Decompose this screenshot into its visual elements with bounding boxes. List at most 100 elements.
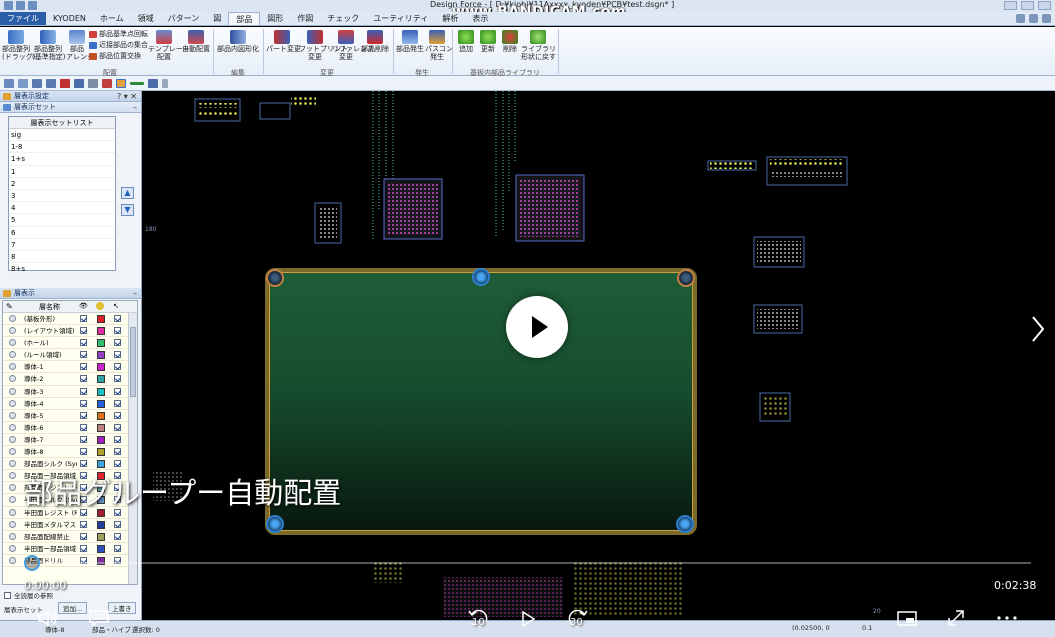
color-picker-icon[interactable]: [116, 78, 126, 88]
layer-active-radio[interactable]: [9, 339, 16, 347]
layer-row[interactable]: 部品面シルク (Sym: [3, 458, 137, 471]
layer-visible-checkbox[interactable]: [80, 339, 87, 347]
tab-file[interactable]: ファイル: [0, 12, 46, 25]
layer-selectable-checkbox[interactable]: [114, 315, 121, 322]
layer-visible-checkbox[interactable]: [80, 375, 87, 383]
layer-active-radio[interactable]: [9, 448, 16, 456]
list-item[interactable]: 5: [9, 214, 115, 227]
zoom-icon[interactable]: [88, 78, 98, 88]
layer-visible-checkbox[interactable]: [80, 520, 87, 528]
swap-position-button[interactable]: 部品位置交換: [89, 51, 141, 61]
minimize-button[interactable]: [1004, 1, 1017, 10]
rotate-base-point-button[interactable]: 部品基準点回転: [89, 29, 148, 39]
play-small-icon[interactable]: [520, 610, 536, 628]
layer-active-radio[interactable]: [9, 315, 16, 322]
layer-active-radio[interactable]: [9, 423, 16, 431]
layer-active-radio[interactable]: [9, 520, 16, 528]
list-item[interactable]: 1+s: [9, 153, 115, 166]
layer-row[interactable]: 半田面ー部品領域: [3, 543, 137, 555]
gather-nearby-button[interactable]: 近接部品の集合: [89, 40, 148, 50]
layer-row[interactable]: 導体-1: [3, 361, 137, 374]
layer-selectable-checkbox[interactable]: [114, 363, 121, 371]
list-item[interactable]: 8: [9, 251, 115, 264]
tab-area[interactable]: 領域: [131, 12, 161, 25]
undo-icon[interactable]: [32, 78, 42, 88]
generate-part-button[interactable]: 部品発生: [396, 30, 424, 53]
save-icon[interactable]: [16, 1, 25, 10]
layer-color-swatch[interactable]: [97, 399, 105, 408]
scrollbar-thumb[interactable]: [130, 327, 136, 397]
layer-active-radio[interactable]: [9, 508, 16, 516]
layer-active-radio[interactable]: [9, 544, 16, 552]
layer-row[interactable]: (ホール): [3, 337, 137, 350]
list-item[interactable]: sig: [9, 129, 115, 142]
layer-row[interactable]: 導体-4: [3, 398, 137, 410]
layer-color-swatch[interactable]: [97, 460, 105, 469]
maximize-button[interactable]: [1021, 1, 1034, 10]
layer-active-radio[interactable]: [9, 472, 16, 480]
delete-part-button[interactable]: 部品削除: [361, 30, 389, 53]
layer-visible-checkbox[interactable]: [80, 387, 87, 395]
layer-active-radio[interactable]: [9, 460, 16, 468]
layer-active-radio[interactable]: [9, 363, 16, 371]
layer-row[interactable]: 導体-5: [3, 410, 137, 422]
layer-active-radio[interactable]: [9, 532, 16, 540]
list-item[interactable]: 6: [9, 227, 115, 239]
layer-selectable-checkbox[interactable]: [114, 544, 121, 552]
list-item[interactable]: 4: [9, 202, 115, 215]
help-icon[interactable]: [1029, 14, 1038, 23]
captions-icon[interactable]: [88, 609, 110, 629]
layer-color-swatch[interactable]: [97, 520, 105, 529]
layer-visible-checkbox[interactable]: [80, 399, 87, 407]
tab-utility[interactable]: ユーティリティ: [366, 12, 435, 25]
layer-row[interactable]: 導体-6: [3, 422, 137, 434]
layer-selectable-checkbox[interactable]: [114, 532, 121, 540]
layer-selectable-checkbox[interactable]: [114, 435, 121, 443]
layer-visible-checkbox[interactable]: [80, 363, 87, 371]
tab-check[interactable]: チェック: [320, 12, 366, 25]
layer-row[interactable]: 導体-2: [3, 373, 137, 386]
undo-icon[interactable]: [28, 1, 37, 10]
volume-icon[interactable]: [37, 609, 59, 627]
layer-active-radio[interactable]: [9, 351, 16, 359]
layer-color-swatch[interactable]: [97, 315, 105, 323]
layer-visible-checkbox[interactable]: [80, 532, 87, 540]
layer-color-swatch[interactable]: [97, 327, 105, 336]
tab-analysis[interactable]: 解析: [435, 12, 465, 25]
arrange-parts-button[interactable]: 部品 アレンジ: [66, 30, 94, 61]
line-style-icon[interactable]: [130, 81, 144, 85]
marker-icon[interactable]: [102, 78, 112, 88]
open-icon[interactable]: [18, 78, 28, 88]
grid-icon[interactable]: [74, 78, 84, 88]
list-item[interactable]: 1-8: [9, 141, 115, 154]
part-change-button[interactable]: パート変更: [266, 30, 301, 53]
reference-change-button[interactable]: リファレンス 変更: [332, 30, 374, 61]
layer-color-swatch[interactable]: [97, 532, 105, 541]
generate-bypass-button[interactable]: パスコン 発生: [425, 30, 453, 61]
tab-pattern[interactable]: パターン: [161, 12, 207, 25]
layer-visible-checkbox[interactable]: [80, 315, 87, 322]
collapse-ribbon-icon[interactable]: [1016, 14, 1025, 23]
layer-visible-checkbox[interactable]: [80, 544, 87, 552]
checkbox-icon[interactable]: [4, 591, 11, 599]
layer-selectable-checkbox[interactable]: [114, 339, 121, 347]
tab-figure[interactable]: 図: [206, 12, 228, 25]
overwrite-button[interactable]: 上書き: [108, 602, 136, 614]
list-item[interactable]: 2: [9, 178, 115, 190]
redo-icon[interactable]: [46, 78, 56, 88]
tab-parts[interactable]: 部品: [228, 12, 261, 25]
list-item[interactable]: 7: [9, 239, 115, 251]
layer-active-radio[interactable]: [9, 484, 16, 492]
play-button[interactable]: [506, 296, 568, 358]
layer-active-radio[interactable]: [9, 496, 16, 504]
list-item[interactable]: 1: [9, 166, 115, 178]
layer-active-radio[interactable]: [9, 327, 16, 335]
layer-visible-checkbox[interactable]: [80, 460, 87, 468]
tab-kyoden[interactable]: KYODEN: [46, 12, 93, 25]
layer-active-radio[interactable]: [9, 387, 16, 395]
layer-visible-checkbox[interactable]: [80, 411, 87, 419]
layer-selectable-checkbox[interactable]: [114, 460, 121, 468]
layer-color-swatch[interactable]: [97, 363, 105, 372]
layer-active-radio[interactable]: [9, 399, 16, 407]
panel-header-layer-set[interactable]: 層表示セット –: [0, 102, 141, 113]
